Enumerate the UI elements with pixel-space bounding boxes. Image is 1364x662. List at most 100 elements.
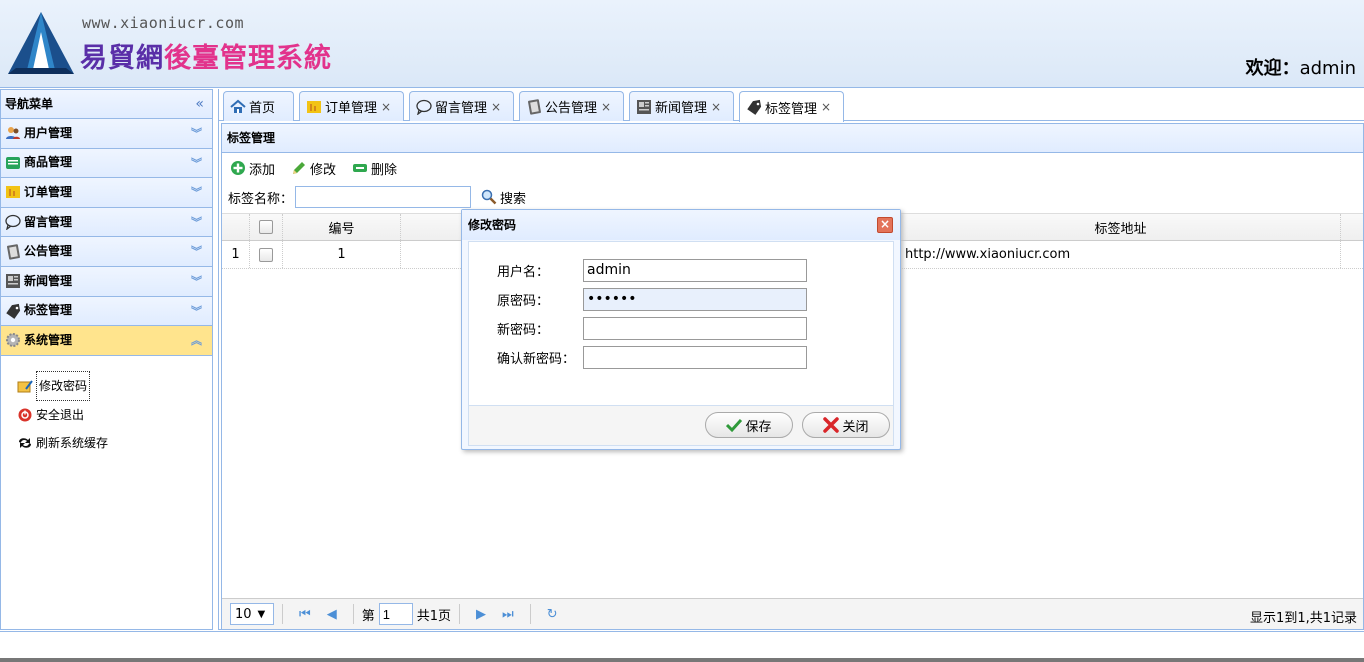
sidebar-item-label: 系统管理 bbox=[24, 332, 73, 347]
delete-button[interactable]: 删除 bbox=[352, 159, 397, 178]
goods-icon bbox=[6, 156, 20, 169]
tab-messages[interactable]: 留言管理 × bbox=[409, 91, 514, 121]
system-sub-menu: 修改密码 安全退出 刷新系统缓存 bbox=[1, 356, 212, 458]
dialog-body: 用户名： admin 原密码： •••••• 新密码： 确认新密码： bbox=[468, 241, 894, 406]
tab-home[interactable]: 首页 bbox=[223, 91, 294, 121]
header: www.xiaoniucr.com 易貿網後臺管理系統 欢迎：admin bbox=[0, 0, 1364, 88]
save-button[interactable]: 保存 bbox=[705, 412, 793, 438]
page-number-input[interactable] bbox=[378, 603, 413, 625]
speech-bubble-icon bbox=[416, 99, 432, 115]
tab-notices[interactable]: 公告管理 × bbox=[519, 91, 624, 121]
panel-title: 标签管理 bbox=[222, 124, 1363, 153]
tab-label: 标签管理 bbox=[765, 101, 818, 117]
chevron-down-icon: ︾ bbox=[191, 186, 202, 200]
chevron-up-icon: ︽ bbox=[191, 334, 202, 348]
chevron-down-icon: ︾ bbox=[191, 215, 202, 229]
sidebar-item-label: 公告管理 bbox=[24, 244, 73, 259]
search-button[interactable]: 搜索 bbox=[481, 188, 526, 207]
confirm-password-field[interactable] bbox=[583, 345, 807, 369]
newspaper-icon bbox=[6, 274, 20, 289]
first-page-icon[interactable]: ⏮ bbox=[299, 607, 311, 622]
order-icon bbox=[6, 186, 20, 199]
prev-page-icon[interactable]: ◀ bbox=[327, 607, 337, 622]
tab-orders[interactable]: 订单管理 × bbox=[299, 91, 404, 121]
site-title-part2: 後臺管理系統 bbox=[164, 43, 332, 74]
footer-strip bbox=[0, 658, 1364, 662]
old-password-label: 原密码： bbox=[497, 293, 550, 309]
sidebar-item-system[interactable]: 系统管理 ︽ bbox=[1, 326, 212, 356]
tab-tags[interactable]: 标签管理 × bbox=[739, 91, 844, 122]
double-chevron-left-icon[interactable]: « bbox=[195, 90, 204, 118]
page-size-select[interactable]: 10 ▼ bbox=[230, 603, 274, 625]
select-all-cell bbox=[250, 214, 283, 240]
old-password-field[interactable]: •••••• bbox=[583, 287, 807, 311]
edit-button[interactable]: 修改 bbox=[291, 159, 336, 178]
add-button[interactable]: 添加 bbox=[230, 159, 275, 178]
username: admin bbox=[1299, 58, 1356, 79]
sub-item-logout[interactable]: 安全退出 bbox=[17, 400, 212, 429]
row-number: 1 bbox=[222, 241, 250, 268]
site-title: 易貿網後臺管理系統 bbox=[80, 36, 332, 75]
pager-separator bbox=[529, 604, 531, 624]
edit-label: 修改 bbox=[310, 162, 337, 178]
notebook-icon bbox=[528, 98, 541, 115]
site-title-part1: 易貿網 bbox=[80, 43, 164, 74]
sidebar-item-goods[interactable]: 商品管理 ︾ bbox=[1, 148, 212, 179]
page-total: 共1页 bbox=[416, 608, 451, 624]
dropdown-arrow-icon: ▼ bbox=[257, 608, 266, 620]
save-label: 保存 bbox=[745, 419, 772, 435]
sidebar-item-news[interactable]: 新闻管理 ︾ bbox=[1, 266, 212, 297]
sidebar-item-label: 订单管理 bbox=[24, 184, 73, 199]
refresh-icon[interactable]: ↻ bbox=[547, 607, 558, 622]
sub-item-refresh-cache[interactable]: 刷新系统缓存 bbox=[17, 429, 212, 458]
sidebar-item-messages[interactable]: 留言管理 ︾ bbox=[1, 207, 212, 238]
sidebar-item-orders[interactable]: 订单管理 ︾ bbox=[1, 178, 212, 208]
pager-separator bbox=[459, 604, 460, 624]
sidebar-item-users[interactable]: 用户管理 ︾ bbox=[1, 119, 212, 149]
sub-item-change-password[interactable]: 修改密码 bbox=[17, 371, 212, 401]
close-icon[interactable]: × bbox=[601, 100, 611, 114]
tag-name-input[interactable] bbox=[295, 186, 472, 208]
gear-icon bbox=[6, 333, 20, 348]
username-field[interactable]: admin bbox=[583, 258, 807, 282]
tab-label: 首页 bbox=[249, 101, 276, 116]
minus-icon bbox=[353, 164, 368, 172]
select-all-checkbox[interactable] bbox=[259, 220, 273, 234]
site-url: www.xiaoniucr.com bbox=[82, 14, 245, 32]
close-icon[interactable]: × bbox=[381, 100, 391, 114]
dialog-title: 修改密码 bbox=[468, 218, 517, 232]
search-icon bbox=[481, 189, 497, 205]
edit-password-icon bbox=[17, 380, 33, 393]
column-header-id[interactable]: 编号 bbox=[283, 214, 401, 240]
cell-id: 1 bbox=[283, 241, 401, 268]
old-password-row: 原密码： •••••• bbox=[497, 287, 807, 311]
chevron-down-icon: ︾ bbox=[191, 245, 202, 259]
close-icon[interactable]: × bbox=[877, 217, 893, 233]
column-header-url[interactable]: 标签地址 bbox=[901, 214, 1341, 240]
next-page-icon[interactable]: ▶ bbox=[476, 607, 486, 622]
tag-icon bbox=[747, 99, 762, 115]
tab-news[interactable]: 新闻管理 × bbox=[629, 91, 734, 121]
row-checkbox[interactable] bbox=[259, 247, 273, 262]
close-button[interactable]: 关闭 bbox=[802, 412, 890, 438]
sidebar-item-notices[interactable]: 公告管理 ︾ bbox=[1, 237, 212, 267]
sidebar-item-tags[interactable]: 标签管理 ︾ bbox=[1, 296, 212, 327]
power-icon bbox=[18, 408, 32, 421]
close-icon[interactable]: × bbox=[711, 100, 721, 114]
close-icon[interactable]: × bbox=[821, 100, 831, 114]
pagination-bar: 10 ▼ ⏮ ◀ 第 共1页 ▶ ⏭ ↻ 显示1到1,共1记录 bbox=[222, 598, 1363, 629]
row-number-header bbox=[222, 214, 250, 240]
welcome-text: 欢迎：admin bbox=[1246, 54, 1356, 80]
checkmark-icon bbox=[726, 418, 743, 433]
last-page-icon[interactable]: ⏭ bbox=[502, 607, 514, 622]
sidebar-item-label: 标签管理 bbox=[24, 303, 73, 318]
username-row: 用户名： admin bbox=[497, 258, 807, 282]
add-label: 添加 bbox=[249, 162, 276, 178]
sub-item-label: 刷新系统缓存 bbox=[36, 436, 109, 450]
tag-icon bbox=[6, 303, 21, 319]
chevron-down-icon: ︾ bbox=[191, 304, 202, 318]
new-password-field[interactable] bbox=[583, 316, 807, 340]
chevron-down-icon: ︾ bbox=[191, 274, 202, 288]
page-size-value: 10 bbox=[235, 606, 252, 622]
close-icon[interactable]: × bbox=[491, 100, 501, 114]
